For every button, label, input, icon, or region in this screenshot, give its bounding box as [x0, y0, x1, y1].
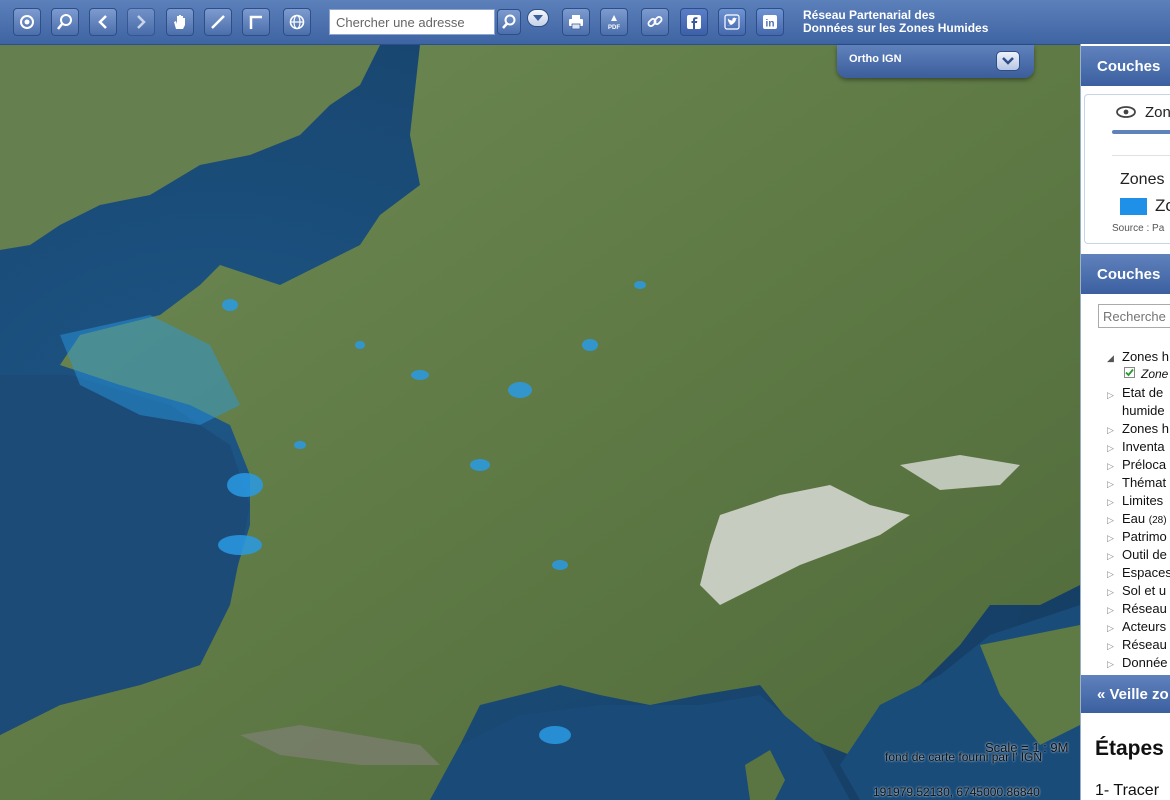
- previous-view-button[interactable]: [89, 8, 117, 36]
- map-attribution: fond de carte fourni par l' IGN: [885, 750, 1043, 764]
- checkmark-icon: [1125, 368, 1134, 377]
- collapsed-triangle-icon: ▷: [1107, 569, 1114, 579]
- active-layer-box: Zon Zones Zo Source : Pa: [1084, 94, 1170, 244]
- legend-item-label: Zo: [1155, 196, 1170, 215]
- tree-item[interactable]: Préloca: [1122, 457, 1166, 472]
- collapsed-triangle-icon: ▷: [1107, 425, 1114, 435]
- collapsed-triangle-icon: ▷: [1107, 461, 1114, 471]
- collapsed-triangle-icon: ▷: [1107, 623, 1114, 633]
- magnifier-icon: [57, 14, 72, 30]
- tree-item[interactable]: Réseau: [1122, 637, 1167, 652]
- collapsed-triangle-icon: ▷: [1107, 641, 1114, 651]
- search-options-button[interactable]: [527, 9, 549, 27]
- collapsed-triangle-icon: ▷: [1107, 605, 1114, 615]
- chevron-down-icon: [533, 15, 543, 21]
- tree-item[interactable]: Acteurs: [1122, 619, 1166, 634]
- basemap-label: Ortho IGN: [849, 53, 902, 65]
- facebook-share-button[interactable]: [680, 8, 708, 36]
- toolbar: PDF in Réseau Partenarial des Données su…: [0, 0, 1170, 45]
- collapsed-triangle-icon: ▷: [1107, 443, 1114, 453]
- basemap-dropdown-button[interactable]: [996, 51, 1020, 71]
- tree-item-count: (28): [1148, 515, 1167, 526]
- tree-item[interactable]: Etat de: [1122, 385, 1163, 400]
- map-canvas[interactable]: Scale = 1 : 9M fond de carte fourni par …: [0, 45, 1080, 800]
- tree-item-label: Eau: [1122, 511, 1146, 526]
- tree-item[interactable]: Réseau: [1122, 601, 1167, 616]
- pan-button[interactable]: [166, 8, 194, 36]
- geolocate-button[interactable]: [283, 8, 311, 36]
- site-brand[interactable]: Réseau Partenarial des Données sur les Z…: [803, 9, 988, 35]
- eye-icon[interactable]: [1115, 105, 1137, 119]
- address-search-input[interactable]: [329, 9, 495, 35]
- measure-area-button[interactable]: [242, 8, 270, 36]
- export-pdf-button[interactable]: PDF: [600, 8, 628, 36]
- twitter-icon: [724, 14, 740, 30]
- angle-icon: [249, 15, 262, 29]
- search-icon: [502, 14, 516, 29]
- svg-text:PDF: PDF: [608, 25, 620, 31]
- tree-item[interactable]: Zones h: [1122, 349, 1169, 364]
- tree-item-continued[interactable]: humide: [1122, 403, 1165, 418]
- layer-catalog-header[interactable]: Couches: [1081, 254, 1170, 294]
- basemap-selector[interactable]: Ortho IGN: [837, 45, 1034, 78]
- chevron-down-icon: [1002, 57, 1014, 65]
- layer-opacity-slider[interactable]: [1112, 130, 1170, 134]
- twitter-share-button[interactable]: [718, 8, 746, 36]
- legend-source: Source : Pa: [1112, 223, 1165, 234]
- tree-item[interactable]: Zones h: [1122, 421, 1169, 436]
- collapsed-triangle-icon: ▷: [1107, 551, 1114, 561]
- collapsed-triangle-icon: ▷: [1107, 497, 1114, 507]
- wetland-watch-header[interactable]: « Veille zo: [1081, 675, 1170, 713]
- zoom-button[interactable]: [51, 8, 79, 36]
- tree-item[interactable]: Thémat: [1122, 475, 1166, 490]
- tree-item[interactable]: Espaces: [1122, 565, 1170, 580]
- hand-icon: [174, 15, 185, 29]
- satellite-imagery: [0, 45, 1080, 800]
- step-1-text: 1- Tracer: [1095, 782, 1160, 799]
- ruler-line-icon: [211, 15, 225, 29]
- locate-button[interactable]: [13, 8, 41, 36]
- tree-item[interactable]: Patrimo: [1122, 529, 1167, 544]
- linkedin-icon: in: [763, 15, 777, 30]
- collapsed-triangle-icon: ▷: [1107, 515, 1114, 525]
- collapsed-triangle-icon: ▷: [1107, 533, 1114, 543]
- tree-item[interactable]: Sol et u: [1122, 583, 1166, 598]
- steps-title: Étapes: [1095, 737, 1164, 760]
- link-icon: [647, 16, 663, 27]
- coordinate-readout: 191979.52130, 6745000.86840: [873, 785, 1040, 799]
- expanded-triangle-icon: ◢: [1107, 353, 1114, 363]
- layer-search-input[interactable]: [1098, 304, 1170, 328]
- tree-item[interactable]: Outil de: [1122, 547, 1167, 562]
- active-layers-header[interactable]: Couches: [1081, 46, 1170, 86]
- layers-panel: Couches Zon Zones Zo Source : Pa Couches…: [1080, 44, 1170, 800]
- collapsed-triangle-icon: ▷: [1107, 659, 1114, 669]
- collapsed-triangle-icon: ▷: [1107, 479, 1114, 489]
- tree-item[interactable]: Donnée: [1122, 655, 1168, 670]
- collapsed-triangle-icon: ▷: [1107, 390, 1114, 400]
- linkedin-share-button[interactable]: in: [756, 8, 784, 36]
- active-layer-name: Zon: [1145, 104, 1170, 121]
- svg-text:in: in: [766, 19, 775, 30]
- target-icon: [20, 15, 34, 29]
- tree-item[interactable]: Inventa: [1122, 439, 1165, 454]
- pdf-icon: PDF: [608, 15, 620, 31]
- print-button[interactable]: [562, 8, 590, 36]
- tree-item-sublayer[interactable]: Zone: [1141, 367, 1168, 381]
- globe-icon: [289, 14, 305, 30]
- legend-title: Zones: [1120, 171, 1165, 188]
- legend-swatch: [1120, 198, 1147, 215]
- next-view-button[interactable]: [127, 8, 155, 36]
- chevron-left-icon: [98, 15, 107, 29]
- collapsed-triangle-icon: ▷: [1107, 587, 1114, 597]
- tree-item[interactable]: Eau (28): [1122, 511, 1167, 526]
- measure-distance-button[interactable]: [204, 8, 232, 36]
- chevron-right-icon: [137, 15, 146, 29]
- search-button[interactable]: [497, 9, 521, 35]
- facebook-icon: [687, 15, 701, 29]
- brand-line-2: Données sur les Zones Humides: [803, 21, 989, 35]
- printer-icon: [569, 15, 583, 30]
- tree-item[interactable]: Limites: [1122, 493, 1163, 508]
- share-link-button[interactable]: [641, 8, 669, 36]
- layer-checkbox[interactable]: [1124, 367, 1135, 378]
